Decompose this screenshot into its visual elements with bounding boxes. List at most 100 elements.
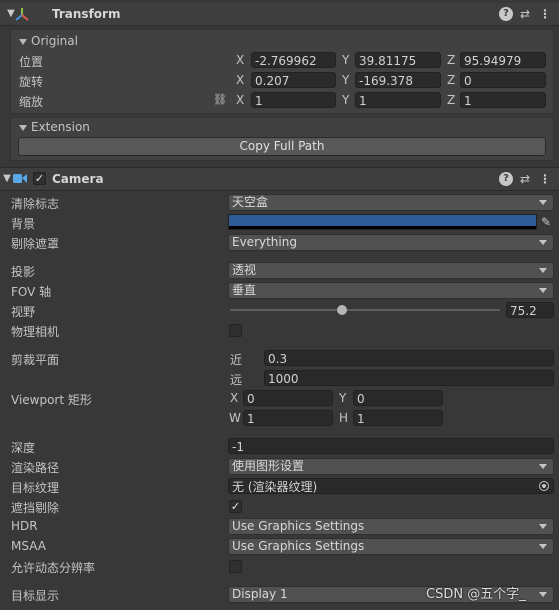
fov-axis-dropdown[interactable]: 垂直 xyxy=(228,282,554,299)
target-texture-value: 无 (渲染器纹理) xyxy=(232,480,318,494)
camera-icon xyxy=(13,174,27,183)
camera-title: Camera xyxy=(52,172,104,186)
link-off-icon[interactable]: ⛓ xyxy=(213,93,227,107)
help-icon[interactable]: ? xyxy=(499,7,513,21)
rendering-path-value: 使用图形设置 xyxy=(232,459,305,473)
hdr-value: Use Graphics Settings xyxy=(232,519,365,533)
original-foldout[interactable]: Original xyxy=(19,34,78,48)
fov-axis-label: FOV 轴 xyxy=(11,285,52,299)
culling-mask-dropdown[interactable]: Everything xyxy=(228,234,554,251)
y-axis-label: Y xyxy=(342,53,350,67)
clear-flags-dropdown[interactable]: 天空盒 xyxy=(228,194,554,211)
culling-mask-value: Everything xyxy=(232,235,297,249)
dynamic-resolution-label: 允许动态分辨率 xyxy=(11,561,96,575)
extension-foldout[interactable]: Extension xyxy=(19,120,90,134)
viewport-y-field[interactable]: 0 xyxy=(353,390,443,406)
rendering-path-label: 渲染路径 xyxy=(11,461,60,475)
z-axis-label: Z xyxy=(447,93,456,107)
target-display-value: Display 1 xyxy=(232,587,288,601)
projection-label: 投影 xyxy=(11,265,36,279)
clear-flags-value: 天空盒 xyxy=(232,195,269,209)
position-y-field[interactable]: 39.81175 xyxy=(355,52,441,68)
rotation-x-field[interactable]: 0.207 xyxy=(251,72,336,88)
transform-header[interactable]: ▼ Transform ? ⇄ ⋮ xyxy=(0,3,559,25)
fov-slider-thumb[interactable] xyxy=(337,305,348,315)
position-label: 位置 xyxy=(19,55,44,69)
x-axis-label: X xyxy=(236,93,245,107)
msaa-value: Use Graphics Settings xyxy=(232,539,365,553)
hdr-dropdown[interactable]: Use Graphics Settings xyxy=(228,518,554,535)
background-label: 背景 xyxy=(11,217,36,231)
foldout-arrow-icon[interactable] xyxy=(19,124,27,131)
help-icon[interactable]: ? xyxy=(499,172,513,186)
viewport-x-field[interactable]: 0 xyxy=(243,390,333,406)
physical-camera-label: 物理相机 xyxy=(11,325,60,339)
fov-slider-track[interactable] xyxy=(230,309,500,311)
background-color-swatch[interactable] xyxy=(228,214,537,230)
dynamic-resolution-checkbox[interactable] xyxy=(229,560,242,573)
presets-icon[interactable]: ⇄ xyxy=(518,172,532,186)
msaa-label: MSAA xyxy=(11,539,46,553)
foldout-arrow-icon[interactable] xyxy=(19,38,27,45)
viewport-h-field[interactable]: 1 xyxy=(353,410,443,426)
presets-icon[interactable]: ⇄ xyxy=(518,7,532,21)
y-axis-label: Y xyxy=(342,93,350,107)
x-axis-label: X xyxy=(236,53,245,67)
transform-title: Transform xyxy=(52,7,121,21)
near-label: 近 xyxy=(230,353,243,367)
y-axis-label: Y xyxy=(339,391,347,405)
culling-mask-label: 剔除遮罩 xyxy=(11,237,60,251)
field-of-view-label: 视野 xyxy=(11,305,36,319)
rotation-label: 旋转 xyxy=(19,75,44,89)
msaa-dropdown[interactable]: Use Graphics Settings xyxy=(228,538,554,555)
chevron-down-icon xyxy=(539,544,547,549)
occlusion-culling-checkbox[interactable]: ✓ xyxy=(229,500,242,513)
depth-field[interactable]: -1 xyxy=(228,438,554,454)
scale-x-field[interactable]: 1 xyxy=(251,92,336,108)
fov-axis-value: 垂直 xyxy=(232,283,257,297)
occlusion-culling-label: 遮挡剔除 xyxy=(11,501,60,515)
x-axis-label: X xyxy=(236,73,245,87)
w-axis-label: W xyxy=(229,411,241,425)
projection-dropdown[interactable]: 透视 xyxy=(228,262,554,279)
object-picker-icon[interactable] xyxy=(539,481,549,491)
viewport-w-field[interactable]: 1 xyxy=(243,410,333,426)
y-axis-label: Y xyxy=(342,73,350,87)
copy-full-path-button[interactable]: Copy Full Path xyxy=(18,137,546,156)
position-z-field[interactable]: 95.94979 xyxy=(460,52,546,68)
projection-value: 透视 xyxy=(232,263,257,277)
more-options-icon[interactable]: ⋮ xyxy=(538,172,552,186)
watermark-text: CSDN @五个字_ xyxy=(426,587,526,602)
hdr-label: HDR xyxy=(11,519,38,533)
transform-axes-icon xyxy=(15,8,29,21)
z-axis-label: Z xyxy=(447,73,456,87)
eyedropper-icon[interactable]: ✎ xyxy=(539,215,553,229)
target-display-label: 目标显示 xyxy=(11,589,60,603)
target-texture-field[interactable]: 无 (渲染器纹理) xyxy=(228,478,554,494)
target-texture-label: 目标纹理 xyxy=(11,481,60,495)
chevron-down-icon xyxy=(539,288,547,293)
chevron-down-icon xyxy=(539,268,547,273)
physical-camera-checkbox[interactable] xyxy=(229,324,242,337)
far-clip-field[interactable]: 1000 xyxy=(264,370,554,386)
far-label: 远 xyxy=(230,373,243,387)
camera-enabled-checkbox[interactable]: ✓ xyxy=(33,172,46,185)
h-axis-label: H xyxy=(339,411,349,425)
original-label: Original xyxy=(31,34,78,48)
collapse-arrow-icon[interactable]: ▼ xyxy=(0,172,14,186)
near-clip-field[interactable]: 0.3 xyxy=(264,350,554,366)
scale-z-field[interactable]: 1 xyxy=(460,92,546,108)
chevron-down-icon xyxy=(539,524,547,529)
extension-label: Extension xyxy=(31,120,90,134)
camera-header[interactable]: ▼ ✓ Camera ? ⇄ ⋮ xyxy=(0,168,559,190)
rotation-z-field[interactable]: 0 xyxy=(460,72,546,88)
rotation-y-field[interactable]: -169.378 xyxy=(355,72,441,88)
position-x-field[interactable]: -2.769962 xyxy=(251,52,336,68)
more-options-icon[interactable]: ⋮ xyxy=(538,7,552,21)
clipping-planes-label: 剪裁平面 xyxy=(11,353,60,367)
rendering-path-dropdown[interactable]: 使用图形设置 xyxy=(228,458,554,475)
fov-value-field[interactable]: 75.2 xyxy=(506,302,554,318)
clear-flags-label: 清除标志 xyxy=(11,197,60,211)
chevron-down-icon xyxy=(539,200,547,205)
scale-y-field[interactable]: 1 xyxy=(355,92,441,108)
